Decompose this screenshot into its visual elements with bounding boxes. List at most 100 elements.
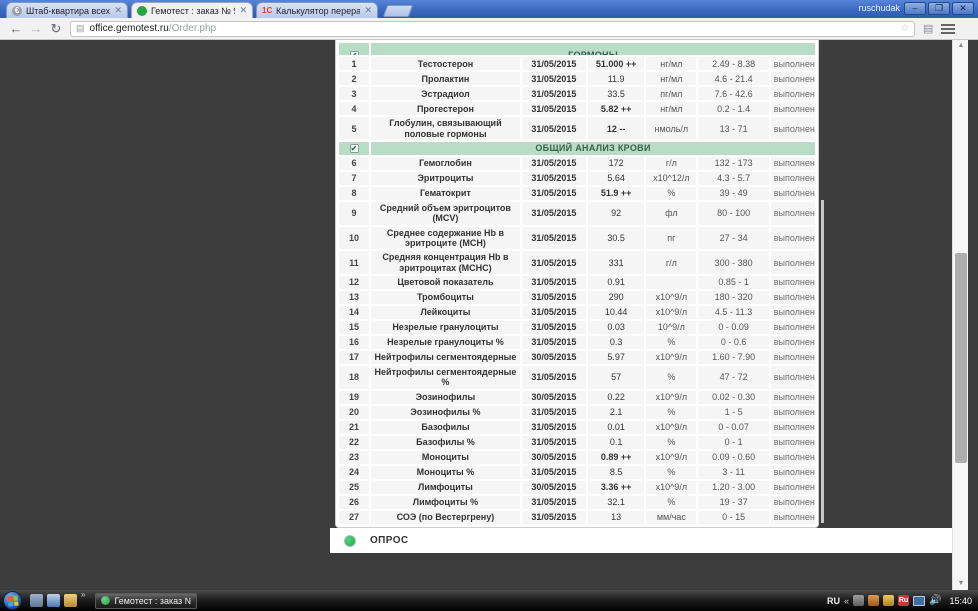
section-checkbox[interactable]: ✔ xyxy=(350,144,359,153)
test-unit-cell: х10^12/л xyxy=(646,172,696,185)
test-result-cell: 5.97 xyxy=(588,351,644,364)
test-unit-cell: г/л xyxy=(646,251,696,274)
table-row: 22Базофилы %31/05/20150.1%0 - 1выполнено xyxy=(339,436,815,449)
test-date-cell: 31/05/2015 xyxy=(522,102,586,115)
table-row: 18Нейтрофилы сегментоядерные %31/05/2015… xyxy=(339,366,815,389)
tab-close-icon[interactable]: ✕ xyxy=(114,5,122,16)
test-status-cell: выполнено xyxy=(771,172,815,185)
chrome-menu-icon[interactable] xyxy=(941,24,955,34)
row-number-cell: 5 xyxy=(339,117,369,140)
test-reference-range-cell: 0 - 0.09 xyxy=(698,321,768,334)
test-reference-range-cell: 2.49 - 8.38 xyxy=(698,57,768,70)
lab-results-table-container: ✔ГОРМОНЫ 1Тестостерон31/05/201551.000 ++н… xyxy=(335,40,819,528)
address-bar[interactable]: ▤ office.gemotest.ru /Order.php ☆ xyxy=(70,21,915,37)
test-unit-cell: % xyxy=(646,466,696,479)
test-name-cell: Прогестерон xyxy=(371,102,520,115)
test-unit-cell xyxy=(646,276,696,289)
tray-lang-badge[interactable]: Ru xyxy=(898,595,909,606)
scroll-up-icon[interactable]: ▲ xyxy=(953,40,969,52)
tab-shtab-kvartira[interactable]: € Штаб-квартира всех хи ✕ xyxy=(6,2,128,18)
table-row: 15Незрелые гранулоциты31/05/20150.0310^9… xyxy=(339,321,815,334)
test-result-cell: 57 xyxy=(588,366,644,389)
test-status-cell: выполнено xyxy=(771,306,815,319)
lab-results-table: ✔ГОРМОНЫ 1Тестостерон31/05/201551.000 ++н… xyxy=(337,41,817,526)
start-button[interactable] xyxy=(3,591,22,610)
back-icon[interactable]: ← xyxy=(6,21,26,36)
close-button[interactable]: ✕ xyxy=(952,2,974,15)
row-number-cell: 12 xyxy=(339,276,369,289)
browser-toolbar: ← → ↻ ▤ office.gemotest.ru /Order.php ☆ … xyxy=(0,18,978,40)
scrollbar-thumb[interactable] xyxy=(955,253,967,463)
url-path: /Order.php xyxy=(169,23,216,34)
table-row: 17Нейтрофилы сегментоядерные30/05/20155.… xyxy=(339,351,815,364)
test-reference-range-cell: 4.3 - 5.7 xyxy=(698,172,768,185)
task-button-favicon xyxy=(101,596,110,605)
test-status-cell: выполнено xyxy=(771,117,815,140)
row-number-cell: 21 xyxy=(339,421,369,434)
tray-icon-3[interactable] xyxy=(883,595,894,606)
test-date-cell: 31/05/2015 xyxy=(522,172,586,185)
test-status-cell: выполнено xyxy=(771,87,815,100)
browser-scrollbar[interactable]: ▲ ▼ xyxy=(952,40,968,590)
test-reference-range-cell: 47 - 72 xyxy=(698,366,768,389)
test-unit-cell: нг/мл xyxy=(646,72,696,85)
section-checkbox[interactable]: ✔ xyxy=(350,51,359,55)
test-name-cell: Нейтрофилы сегментоядерные % xyxy=(371,366,520,389)
forward-icon[interactable]: → xyxy=(26,21,46,36)
table-row: 23Моноциты30/05/20150.89 ++х10^9/л0.09 -… xyxy=(339,451,815,464)
taskbar-clock: 15:40 xyxy=(949,596,972,606)
tab-calculator[interactable]: 1С Калькулятор перерасч ✕ xyxy=(256,2,378,18)
survey-section-title: ОПРОС xyxy=(370,535,409,546)
row-number-cell: 25 xyxy=(339,481,369,494)
test-reference-range-cell: 0.2 - 1.4 xyxy=(698,102,768,115)
quicklaunch-icon-1[interactable] xyxy=(30,594,43,607)
extension-icon[interactable]: ▤ xyxy=(923,22,933,35)
section-header-row: ✔ГОРМОНЫ xyxy=(339,43,815,55)
test-status-cell: выполнено xyxy=(771,276,815,289)
new-tab-button[interactable] xyxy=(383,5,413,17)
tray-icon-1[interactable] xyxy=(853,595,864,606)
test-status-cell: выполнено xyxy=(771,366,815,389)
test-reference-range-cell: 0 - 15 xyxy=(698,511,768,524)
test-name-cell: Эстрадиол xyxy=(371,87,520,100)
table-row: 2Пролактин31/05/201511.9нг/мл4.6 - 21.4в… xyxy=(339,72,815,85)
reload-icon[interactable]: ↻ xyxy=(46,21,66,37)
test-result-cell: 5.82 ++ xyxy=(588,102,644,115)
taskbar-button-gemotest[interactable]: Гемотест : заказ № ... xyxy=(95,593,197,609)
test-unit-cell: х10^9/л xyxy=(646,351,696,364)
test-name-cell: Незрелые гранулоциты % xyxy=(371,336,520,349)
hidden-icons-chevron[interactable]: « xyxy=(844,596,849,606)
row-number-cell: 26 xyxy=(339,496,369,509)
inner-frame-scrollbar[interactable] xyxy=(821,200,824,523)
test-unit-cell: % xyxy=(646,496,696,509)
quicklaunch-overflow-icon[interactable]: » xyxy=(81,590,85,599)
test-result-cell: 51.9 ++ xyxy=(588,187,644,200)
minimize-button[interactable]: – xyxy=(904,2,926,15)
row-number-cell: 19 xyxy=(339,391,369,404)
test-reference-range-cell: 80 - 100 xyxy=(698,202,768,225)
tab-close-icon[interactable]: ✕ xyxy=(239,5,247,16)
table-row: 25Лимфоциты30/05/20153.36 ++х10^9/л1.20 … xyxy=(339,481,815,494)
restore-button[interactable]: ❐ xyxy=(928,2,950,15)
tray-icon-2[interactable] xyxy=(868,595,879,606)
test-reference-range-cell: 0.02 - 0.30 xyxy=(698,391,768,404)
row-number-cell: 22 xyxy=(339,436,369,449)
quicklaunch-icon-3[interactable] xyxy=(64,594,77,607)
scroll-down-icon[interactable]: ▼ xyxy=(953,578,969,590)
tab-gemotest-order[interactable]: Гемотест : заказ № 9681 ✕ xyxy=(131,2,253,18)
tab-title: Калькулятор перерасч xyxy=(276,6,360,16)
tab-close-icon[interactable]: ✕ xyxy=(364,5,372,16)
test-name-cell: Нейтрофилы сегментоядерные xyxy=(371,351,520,364)
row-number-cell: 18 xyxy=(339,366,369,389)
volume-icon[interactable]: 🔊 xyxy=(929,595,941,606)
quicklaunch-icon-2[interactable] xyxy=(47,594,60,607)
test-unit-cell: х10^9/л xyxy=(646,481,696,494)
test-date-cell: 31/05/2015 xyxy=(522,496,586,509)
test-name-cell: Лимфоциты xyxy=(371,481,520,494)
table-row: 1Тестостерон31/05/201551.000 ++нг/мл2.49… xyxy=(339,57,815,70)
language-indicator[interactable]: RU xyxy=(827,596,840,606)
test-date-cell: 31/05/2015 xyxy=(522,57,586,70)
bookmark-star-icon[interactable]: ☆ xyxy=(900,23,909,34)
network-icon[interactable] xyxy=(913,596,925,606)
test-date-cell: 31/05/2015 xyxy=(522,291,586,304)
